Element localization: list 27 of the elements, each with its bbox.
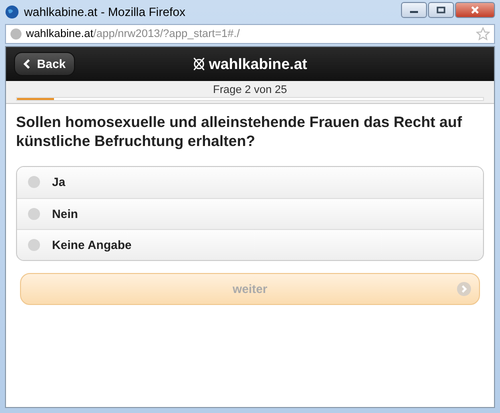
close-button[interactable]	[455, 2, 495, 18]
address-bar[interactable]: wahlkabine.at/app/nrw2013/?app_start=1#./	[5, 24, 495, 44]
ballot-icon	[192, 57, 205, 71]
maximize-icon	[436, 6, 446, 14]
radio-button[interactable]	[28, 176, 40, 188]
chevron-left-icon	[23, 59, 31, 69]
back-button[interactable]: Back	[14, 52, 75, 76]
globe-icon	[5, 5, 19, 19]
arrow-right-icon	[457, 282, 471, 296]
window-title: wahlkabine.at - Mozilla Firefox	[24, 5, 186, 19]
option-label: Ja	[52, 175, 66, 189]
option-label: Keine Angabe	[52, 238, 132, 252]
minimize-button[interactable]	[401, 2, 427, 18]
radio-button[interactable]	[28, 238, 40, 250]
answer-option[interactable]: Ja	[17, 166, 483, 198]
maximize-button[interactable]	[428, 2, 454, 18]
star-icon[interactable]	[476, 27, 490, 41]
answer-option[interactable]: Keine Angabe	[17, 228, 483, 260]
progress-label: Frage 2 von 25	[213, 84, 287, 96]
question-text: Sollen homosexuelle und alleinstehende Frauen das Recht auf künstliche Befruchtung erhalten?	[16, 114, 463, 152]
close-icon	[470, 6, 480, 14]
url-text: wahlkabine.at/app/nrw2013/?app_start=1#./	[26, 28, 240, 40]
globe-icon	[10, 28, 22, 40]
radio-button[interactable]	[28, 208, 40, 220]
answer-option[interactable]: Nein	[17, 198, 483, 228]
option-label: Nein	[52, 206, 78, 220]
app-title: wahlkabine.at	[208, 56, 308, 72]
